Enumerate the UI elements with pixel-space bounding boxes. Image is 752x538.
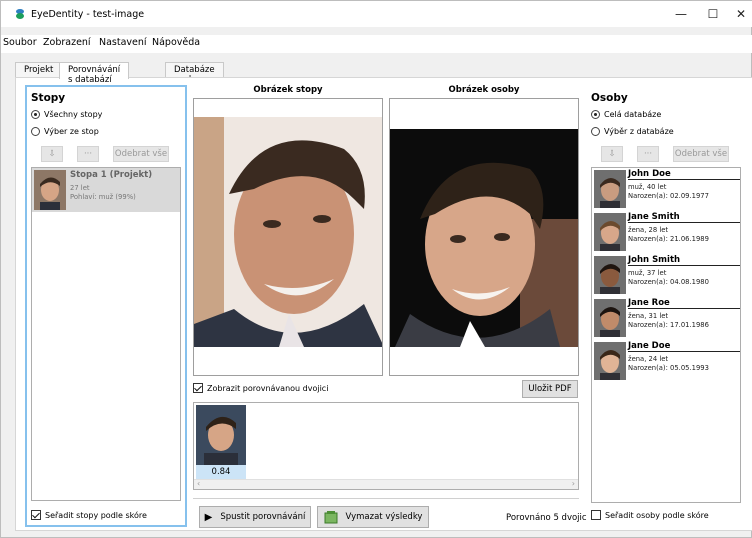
title-bar: EyeDentity - test-image — ☐ ✕ — [1, 1, 752, 27]
person-item[interactable]: John Doe muž, 40 let Narozen(a): 02.09.197… — [592, 168, 740, 211]
radio-label: Výběr z databáze — [604, 127, 674, 136]
person-info: žena, 28 let — [628, 226, 669, 234]
radio-label: Všechny stopy — [44, 110, 103, 119]
radio-all-traces[interactable]: Všechny stopy — [31, 110, 102, 119]
persons-list[interactable]: John Doe muž, 40 let Narozen(a): 02.09.197… — [591, 167, 741, 503]
clear-results-icon — [324, 511, 338, 524]
trace-name: Stopa 1 (Projekt) — [70, 170, 153, 180]
trace-age: 27 let — [70, 184, 90, 192]
radio-select-database[interactable]: Výběr z databáze — [591, 127, 674, 136]
sort-persons-checkbox[interactable]: Seřadit osoby podle skóre — [591, 510, 709, 520]
radio-selected-icon — [31, 110, 40, 119]
trace-image-caption: Obrázek stopy — [253, 85, 323, 95]
person-thumbnail — [594, 256, 626, 294]
menu-nastaveni[interactable]: Nastavení — [99, 37, 147, 48]
menu-zobrazeni[interactable]: Zobrazení — [43, 37, 91, 48]
remove-all-persons-button[interactable]: Odebrat vše — [673, 146, 729, 162]
person-thumbnail — [594, 299, 626, 337]
tab-databaze-osob[interactable]: Databáze osob — [165, 62, 224, 85]
radio-empty-icon — [31, 127, 40, 136]
result-thumbnail — [196, 405, 246, 465]
result-item[interactable]: 0.84 — [196, 405, 246, 479]
menu-soubor[interactable]: Soubor — [3, 37, 37, 48]
person-item[interactable]: Jane Roe žena, 31 let Narozen(a): 17.01.19… — [592, 297, 740, 340]
person-birthdate: Narozen(a): 02.09.1977 — [628, 192, 709, 200]
checkbox-empty-icon — [591, 510, 601, 520]
trace-image — [193, 98, 383, 376]
person-birthdate: Narozen(a): 04.08.1980 — [628, 278, 709, 286]
play-icon: ▶ — [204, 511, 213, 523]
trace-thumbnail — [34, 170, 66, 210]
tab-projekt[interactable]: Projekt — [15, 62, 63, 78]
person-info: žena, 31 let — [628, 312, 669, 320]
menu-napoveda[interactable]: Nápověda — [152, 37, 200, 48]
person-name: Jane Smith — [628, 212, 740, 223]
comparison-status: Porovnáno 5 dvojic — [506, 513, 587, 523]
list-item[interactable]: Stopa 1 (Projekt) 27 let Pohlaví: muž (9… — [32, 168, 180, 212]
person-info: žena, 24 let — [628, 355, 669, 363]
person-image — [389, 98, 579, 376]
separator — [193, 498, 579, 499]
results-strip[interactable]: 0.84 ‹ › — [193, 402, 579, 490]
clear-results-button[interactable]: Vymazat výsledky — [317, 506, 429, 528]
checkbox-label: Seřadit osoby podle skóre — [605, 510, 709, 520]
person-item[interactable]: John Smith muž, 37 let Narozen(a): 04.08.1… — [592, 254, 740, 297]
more-button[interactable]: ··· — [77, 146, 99, 162]
person-thumbnail — [594, 213, 626, 251]
person-name: John Doe — [628, 169, 740, 180]
checkbox-checked-icon — [31, 510, 41, 520]
person-birthdate: Narozen(a): 21.06.1989 — [628, 235, 709, 243]
person-info: muž, 40 let — [628, 183, 667, 191]
traces-list[interactable]: Stopa 1 (Projekt) 27 let Pohlaví: muž (9… — [31, 167, 181, 501]
move-down-button[interactable]: ⇩ — [41, 146, 63, 162]
persons-heading: Osoby — [591, 92, 628, 104]
person-info: muž, 37 let — [628, 269, 667, 277]
person-face-image — [390, 99, 578, 375]
checkbox-label: Seřadit stopy podle skóre — [45, 510, 147, 520]
person-name: John Smith — [628, 255, 740, 266]
person-name: Jane Roe — [628, 298, 740, 309]
more-button[interactable]: ··· — [637, 146, 659, 162]
radio-label: Výber ze stop — [44, 127, 99, 136]
app-logo-icon — [16, 9, 24, 19]
trace-gender: Pohlaví: muž (99%) — [70, 193, 136, 201]
person-name: Jane Doe — [628, 341, 740, 352]
radio-selected-icon — [591, 110, 600, 119]
maximize-button[interactable]: ☐ — [699, 5, 727, 23]
person-item[interactable]: Jane Smith žena, 28 let Narozen(a): 21.06.… — [592, 211, 740, 254]
show-pair-checkbox[interactable]: Zobrazit porovnávanou dvojici — [193, 383, 328, 393]
run-comparison-label: Spustit porovnávání — [220, 512, 306, 522]
close-button[interactable]: ✕ — [727, 5, 752, 23]
move-down-button[interactable]: ⇩ — [601, 146, 623, 162]
radio-whole-database[interactable]: Celá databáze — [591, 110, 661, 119]
horizontal-scrollbar[interactable]: ‹ › — [194, 479, 578, 489]
result-score: 0.84 — [211, 467, 231, 477]
app-window: EyeDentity - test-image — ☐ ✕ Soubor Zob… — [0, 0, 752, 538]
person-image-caption: Obrázek osoby — [448, 85, 520, 95]
trace-face-image — [194, 99, 382, 375]
tab-porovnavani[interactable]: Porovnávání s databází — [59, 62, 130, 85]
sort-traces-checkbox[interactable]: Seřadit stopy podle skóre — [31, 510, 147, 520]
checkbox-checked-icon — [193, 383, 203, 393]
person-birthdate: Narozen(a): 17.01.1986 — [628, 321, 709, 329]
clear-results-label: Vymazat výsledky — [345, 512, 423, 522]
radio-empty-icon — [591, 127, 600, 136]
window-title: EyeDentity - test-image — [31, 9, 145, 20]
traces-heading: Stopy — [31, 92, 66, 104]
radio-label: Celá databáze — [604, 110, 662, 119]
person-thumbnail — [594, 170, 626, 208]
save-pdf-button[interactable]: Uložit PDF — [522, 380, 578, 398]
menu-bar: Soubor Zobrazení Nastavení Nápověda — [1, 35, 752, 53]
scroll-right-icon[interactable]: › — [572, 479, 575, 488]
person-birthdate: Narozen(a): 05.05.1993 — [628, 364, 709, 372]
run-comparison-button[interactable]: ▶ Spustit porovnávání — [199, 506, 311, 528]
minimize-button[interactable]: — — [667, 5, 695, 23]
radio-select-traces[interactable]: Výber ze stop — [31, 127, 99, 136]
scroll-left-icon[interactable]: ‹ — [197, 479, 200, 488]
remove-all-traces-button[interactable]: Odebrat vše — [113, 146, 169, 162]
checkbox-label: Zobrazit porovnávanou dvojici — [207, 383, 329, 393]
person-thumbnail — [594, 342, 626, 380]
person-item[interactable]: Jane Doe žena, 24 let Narozen(a): 05.05.19… — [592, 340, 740, 383]
